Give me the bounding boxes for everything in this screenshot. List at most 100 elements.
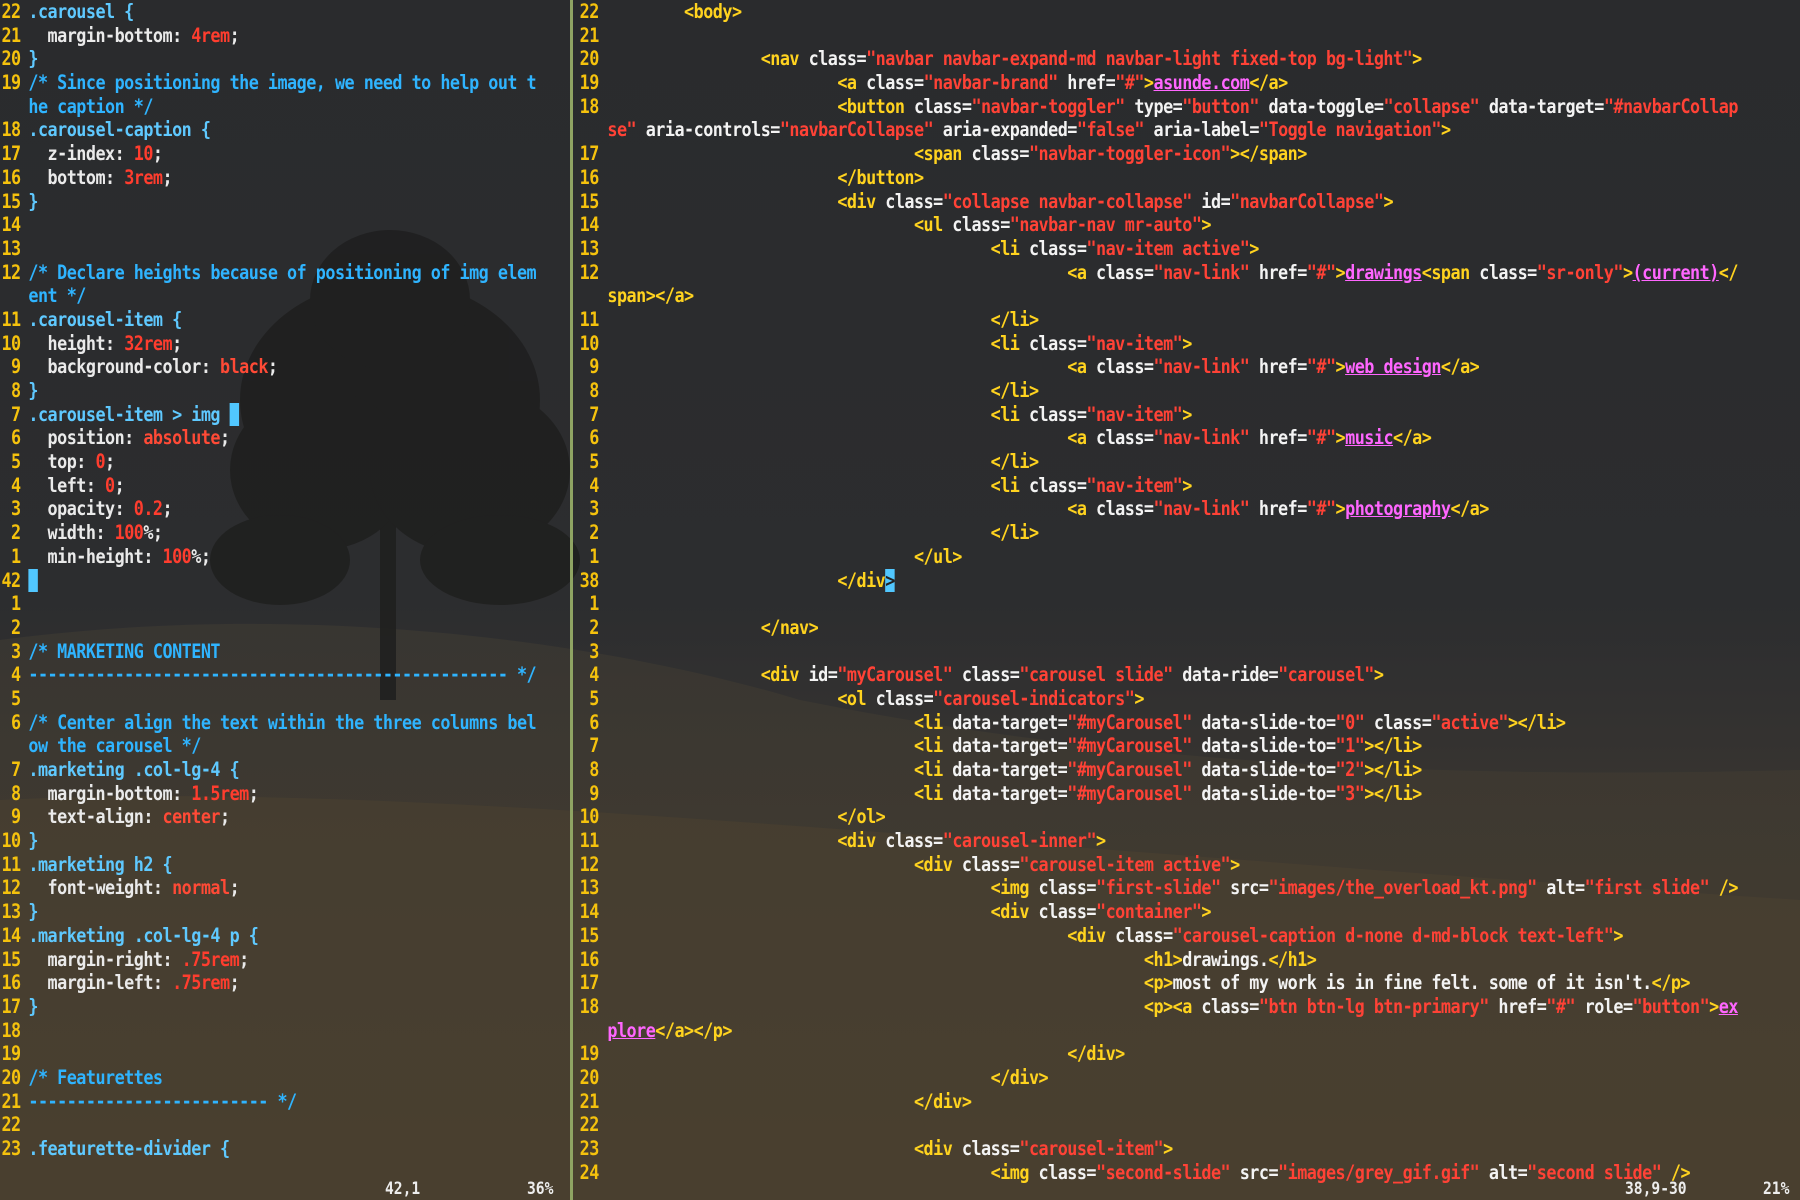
code-line[interactable]: 21 margin-bottom: 4rem; [0,24,490,48]
code-line[interactable]: 6 /* Center align the text within the thr… [0,711,537,735]
code-text[interactable]: background-color: black; [28,355,490,379]
code-text[interactable]: <body> [607,0,1628,24]
code-text[interactable] [28,616,490,640]
code-line[interactable]: 2 </nav> [573,616,1628,640]
code-text[interactable]: </div> [607,1090,1628,1114]
code-line[interactable]: 14 <div class="container"> [573,900,1628,924]
code-text[interactable] [28,1113,490,1137]
code-text[interactable]: } [28,829,490,853]
code-line[interactable]: 13 [0,237,490,261]
code-line[interactable]: 15 margin-right: .75rem; [0,948,490,972]
code-line[interactable]: 5 top: 0; [0,450,490,474]
code-text[interactable]: </nav> [607,616,1628,640]
code-text[interactable]: <li data-target="#myCarousel" data-slide… [607,782,1628,806]
code-text[interactable]: <li data-target="#myCarousel" data-slide… [607,734,1628,758]
code-text[interactable] [28,568,490,593]
code-text[interactable]: } [28,995,490,1019]
code-line[interactable]: 5 <ol class="carousel-indicators"> [573,687,1628,711]
code-line[interactable]: 6 <li data-target="#myCarousel" data-sli… [573,711,1628,735]
code-text[interactable]: <li class="nav-item"> [607,403,1628,427]
code-text[interactable]: <a class="nav-link" href="#">photography… [607,497,1628,521]
code-line[interactable]: 4 <div id="myCarousel" class="carousel s… [573,663,1628,687]
code-line[interactable]: 8} [0,379,490,403]
code-line[interactable]: 11 </li> [573,308,1628,332]
code-line[interactable]: 15} [0,190,490,214]
code-text[interactable]: .marketing .col-lg-4 { [28,758,490,782]
code-text[interactable]: <div class="carousel-item"> [607,1137,1628,1161]
code-text[interactable] [607,592,1628,616]
code-text[interactable]: <li data-target="#myCarousel" data-slide… [607,758,1628,782]
code-line[interactable]: 14 .marketing .col-lg-4 p { [0,924,490,948]
code-text[interactable] [28,687,490,711]
code-line[interactable]: 12 /* Declare heights because of position… [0,261,536,285]
code-line[interactable]: se" aria-controls="navbarCollapse" aria-… [573,118,1628,142]
code-line[interactable]: 23 .featurette-divider { [0,1137,490,1161]
code-line[interactable]: 4 ---------------------------------------… [0,663,537,687]
code-line[interactable]: 9 <li data-target="#myCarousel" data-sli… [573,782,1628,806]
code-text[interactable]: <a class="nav-link" href="#">music</a> [607,426,1628,450]
code-line[interactable]: 7 .carousel-item > img [0,402,490,427]
code-line[interactable]: 20 </div> [573,1066,1628,1090]
code-text[interactable]: bottom: 3rem; [28,166,490,190]
code-line[interactable]: 11 <div class="carousel-inner"> [573,829,1628,853]
code-text[interactable]: </li> [607,308,1628,332]
code-text[interactable]: .marketing .col-lg-4 p { [28,924,490,948]
code-text[interactable]: ------------------------- */ [28,1090,490,1114]
code-line[interactable]: 13 <img class="first-slide" src="images/… [573,876,1739,900]
code-line[interactable]: 19 </div> [573,1042,1628,1066]
code-line[interactable]: 4 <li class="nav-item"> [573,474,1628,498]
code-text[interactable]: margin-left: .75rem; [28,971,490,995]
code-line[interactable]: 2 </li> [573,521,1628,545]
code-text[interactable] [607,1113,1628,1137]
code-text[interactable]: </ol> [607,805,1628,829]
code-line[interactable]: 7 <li data-target="#myCarousel" data-sli… [573,734,1628,758]
code-text[interactable]: height: 32rem; [28,332,490,356]
code-text[interactable] [28,1042,490,1066]
code-line[interactable]: 13} [0,900,490,924]
code-text[interactable]: <div class="carousel-inner"> [607,829,1628,853]
code-line[interactable]: 9 <a class="nav-link" href="#">web desig… [573,355,1628,379]
html-code-buffer[interactable]: 22 <body> 21 20 <nav class="navbar navbar-… [573,0,1800,1184]
code-text[interactable]: /* MARKETING CONTENT [28,640,490,664]
code-line[interactable]: 12 font-weight: normal; [0,876,490,900]
code-text[interactable]: .carousel-item > img [28,402,490,427]
code-line[interactable]: 3 [573,640,1628,664]
code-text[interactable] [28,213,490,237]
code-text[interactable]: <li class="nav-item"> [607,332,1628,356]
code-text[interactable]: /* Featurettes [28,1066,490,1090]
code-text[interactable]: span></a> [607,284,1628,308]
code-text[interactable]: .carousel-item { [28,308,490,332]
code-line[interactable]: 24 <img class="second-slide" src="images… [573,1161,1691,1185]
code-line[interactable]: 7 .marketing .col-lg-4 { [0,758,490,782]
code-line[interactable]: 8 <li data-target="#myCarousel" data-sli… [573,758,1628,782]
code-text[interactable]: <ul class="navbar-nav mr-auto"> [607,213,1628,237]
code-text[interactable]: </li> [607,379,1628,403]
code-line[interactable]: plore</a></p> [573,1019,1628,1043]
code-line[interactable]: 20} [0,47,490,71]
code-text[interactable]: ent */ [28,284,490,308]
code-line[interactable]: 8 </li> [573,379,1628,403]
code-line[interactable]: 19 <a class="navbar-brand" href="#">asun… [573,71,1628,95]
code-line[interactable]: 5 [0,687,490,711]
code-text[interactable]: min-height: 100%; [28,545,490,569]
code-text[interactable]: } [28,379,490,403]
code-text[interactable]: <div class="carousel-item active"> [607,853,1628,877]
code-text[interactable]: <a class="navbar-brand" href="#">asunde.… [607,71,1628,95]
code-text[interactable]: } [28,190,490,214]
code-line[interactable]: 16 <h1>drawings.</h1> [573,948,1628,972]
code-text[interactable]: <p><a class="btn btn-lg btn-primary" hre… [607,995,1739,1019]
code-line[interactable]: 20 <nav class="navbar navbar-expand-md n… [573,47,1628,71]
code-line[interactable]: 21 ------------------------- */ [0,1090,490,1114]
code-line[interactable]: 22 <body> [573,0,1628,24]
code-text[interactable]: <li class="nav-item"> [607,474,1628,498]
code-line[interactable]: 22 [573,1113,1628,1137]
code-text[interactable] [607,640,1628,664]
code-line[interactable]: 18 <button class="navbar-toggler" type="… [573,95,1739,119]
code-line[interactable]: 3 /* MARKETING CONTENT [0,640,490,664]
code-line[interactable]: 6 <a class="nav-link" href="#">music</a> [573,426,1628,450]
code-line[interactable]: 18 <p><a class="btn btn-lg btn-primary" … [573,995,1739,1019]
code-text[interactable]: se" aria-controls="navbarCollapse" aria-… [607,118,1628,142]
code-text[interactable]: margin-right: .75rem; [28,948,490,972]
code-line[interactable]: 19 [0,1042,490,1066]
code-text[interactable]: .marketing h2 { [28,853,490,877]
